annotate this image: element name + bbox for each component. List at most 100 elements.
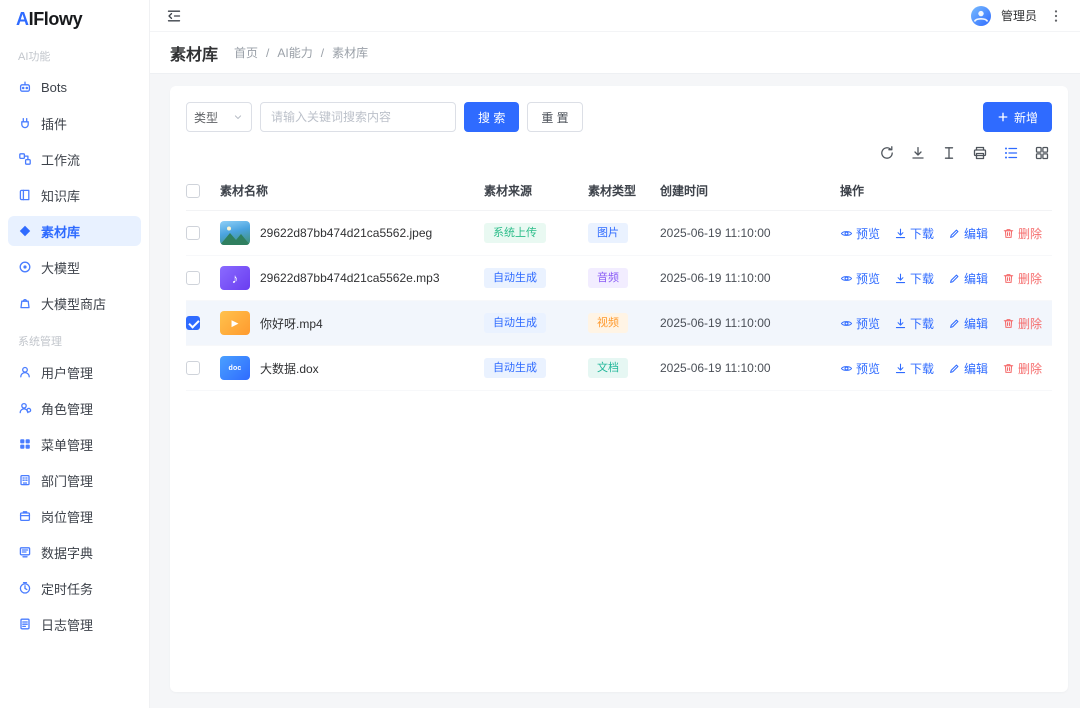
play-icon: ▶ (231, 317, 239, 328)
breadcrumb-separator: / (320, 45, 325, 60)
table-header-row: 素材名称 素材来源 素材类型 创建时间 操作 (186, 171, 1052, 211)
preview-link[interactable]: 预览 (840, 315, 880, 332)
edit-link[interactable]: 编辑 (948, 225, 988, 242)
edit-icon (948, 317, 961, 330)
eye-icon (840, 317, 853, 330)
doc-label: doc (228, 364, 242, 372)
breadcrumb-separator: / (266, 45, 270, 60)
select-all-checkbox[interactable] (186, 183, 200, 198)
delete-link[interactable]: 删除 (1002, 270, 1042, 287)
sidebar-item-log-management[interactable]: 日志管理 (8, 609, 141, 639)
page-title: 素材库 (170, 46, 219, 64)
sidebar-item-role-management[interactable]: 角色管理 (8, 393, 141, 423)
breadcrumb: 首页 / AI能力 / 素材库 (234, 44, 368, 61)
print-button[interactable] (972, 145, 988, 161)
sidebar-item-label: 素材库 (41, 224, 81, 240)
sidebar-item-label: 角色管理 (41, 401, 94, 417)
search-button[interactable]: 搜 索 (464, 102, 520, 132)
preview-link[interactable]: 预览 (840, 225, 880, 242)
breadcrumb-ai-capability[interactable]: AI能力 (277, 44, 312, 61)
department-management-icon (18, 473, 32, 487)
refresh-button[interactable] (879, 145, 895, 161)
sidebar-item-data-dictionary[interactable]: 数据字典 (8, 537, 141, 567)
download-icon (894, 317, 907, 330)
row-height-button[interactable] (941, 145, 957, 161)
download-icon (894, 272, 907, 285)
table-row: 29622d87bb474d21ca5562.jpeg 系统上传 图片 2025… (186, 211, 1052, 256)
edit-icon (948, 362, 961, 375)
row-checkbox[interactable] (186, 271, 200, 286)
export-download-button[interactable] (910, 145, 926, 161)
grid-view-button[interactable] (1034, 145, 1050, 161)
keyword-search-input[interactable] (260, 102, 456, 132)
edit-link[interactable]: 编辑 (948, 315, 988, 332)
sidebar-item-material-library[interactable]: 素材库 (8, 216, 141, 246)
audio-thumbnail: ♪ (220, 266, 250, 290)
type-select[interactable]: 类型 (186, 102, 252, 132)
sidebar-item-knowledge-base[interactable]: 知识库 (8, 180, 141, 210)
sidebar-item-scheduled-tasks[interactable]: 定时任务 (8, 573, 141, 603)
row-checkbox[interactable] (186, 226, 200, 241)
sidebar-item-large-model[interactable]: 大模型 (8, 252, 141, 282)
scheduled-task-icon (18, 581, 32, 595)
header-material-type: 素材类型 (588, 184, 637, 198)
edit-link[interactable]: 编辑 (948, 270, 988, 287)
more-menu-button[interactable] (1046, 6, 1066, 26)
delete-link[interactable]: 删除 (1002, 225, 1042, 242)
sidebar-item-plugins[interactable]: 插件 (8, 108, 141, 138)
download-icon (910, 145, 926, 161)
sidebar-item-menu-management[interactable]: 菜单管理 (8, 429, 141, 459)
sidebar-item-user-management[interactable]: 用户管理 (8, 357, 141, 387)
header-created-time: 创建时间 (660, 184, 709, 198)
reset-button[interactable]: 重 置 (527, 102, 583, 132)
source-tag: 自动生成 (484, 358, 546, 378)
preview-link[interactable]: 预览 (840, 360, 880, 377)
sidebar-item-department-management[interactable]: 部门管理 (8, 465, 141, 495)
created-time: 2025-06-19 11:10:00 (660, 361, 771, 375)
sidebar-section-ai: AI功能 (18, 51, 51, 63)
sidebar-item-position-management[interactable]: 岗位管理 (8, 501, 141, 531)
table-row: doc 大数据.dox 自动生成 文档 2025-06-19 11:10:00 … (186, 346, 1052, 391)
row-checkbox[interactable] (186, 361, 200, 376)
eye-icon (840, 272, 853, 285)
download-link[interactable]: 下载 (894, 270, 934, 287)
source-tag: 自动生成 (484, 313, 546, 333)
delete-link[interactable]: 删除 (1002, 315, 1042, 332)
sidebar-item-workflow[interactable]: 工作流 (8, 144, 141, 174)
material-library-card: 类型 搜 索 重 置 新增 (170, 86, 1068, 692)
sidebar-item-model-store[interactable]: 大模型商店 (8, 288, 141, 318)
download-link[interactable]: 下载 (894, 360, 934, 377)
sidebar-item-label: 知识库 (41, 188, 81, 204)
sidebar-item-bots[interactable]: Bots (8, 72, 141, 102)
brand-logo-text: AIFlowy (16, 8, 83, 29)
filter-row: 类型 搜 索 重 置 新增 (186, 102, 1052, 132)
sidebar-item-label: 部门管理 (41, 473, 94, 489)
list-view-button[interactable] (1003, 145, 1019, 161)
doc-thumbnail: doc (220, 356, 250, 380)
download-link[interactable]: 下载 (894, 315, 934, 332)
material-name: 29622d87bb474d21ca5562e.mp3 (260, 271, 440, 285)
model-store-icon (18, 296, 32, 310)
brand-logo[interactable]: AIFlowy (0, 2, 149, 36)
edit-link[interactable]: 编辑 (948, 360, 988, 377)
breadcrumb-home[interactable]: 首页 (234, 44, 258, 61)
delete-link[interactable]: 删除 (1002, 360, 1042, 377)
printer-icon (972, 145, 988, 161)
sidebar-collapse-button[interactable] (164, 6, 184, 26)
page-header: 素材库 首页 / AI能力 / 素材库 (150, 32, 1080, 74)
menu-management-icon (18, 437, 32, 451)
add-button[interactable]: 新增 (982, 102, 1052, 132)
type-tag: 音频 (588, 268, 628, 288)
topbar: 管理员 (150, 0, 1080, 32)
row-checkbox[interactable] (186, 316, 200, 331)
avatar[interactable] (970, 5, 992, 27)
created-time: 2025-06-19 11:10:00 (660, 226, 771, 240)
large-model-icon (18, 260, 32, 274)
sidebar: AIFlowy AI功能 Bots 插件 工作流 知识库 素材库 大模型 大模型… (0, 0, 150, 708)
preview-link[interactable]: 预览 (840, 270, 880, 287)
trash-icon (1002, 362, 1015, 375)
app-window: AIFlowy AI功能 Bots 插件 工作流 知识库 素材库 大模型 大模型… (0, 0, 1080, 708)
user-name[interactable]: 管理员 (1001, 7, 1037, 24)
table-row: ▶ 你好呀.mp4 自动生成 视频 2025-06-19 11:10:00 预览… (186, 301, 1052, 346)
download-link[interactable]: 下载 (894, 225, 934, 242)
